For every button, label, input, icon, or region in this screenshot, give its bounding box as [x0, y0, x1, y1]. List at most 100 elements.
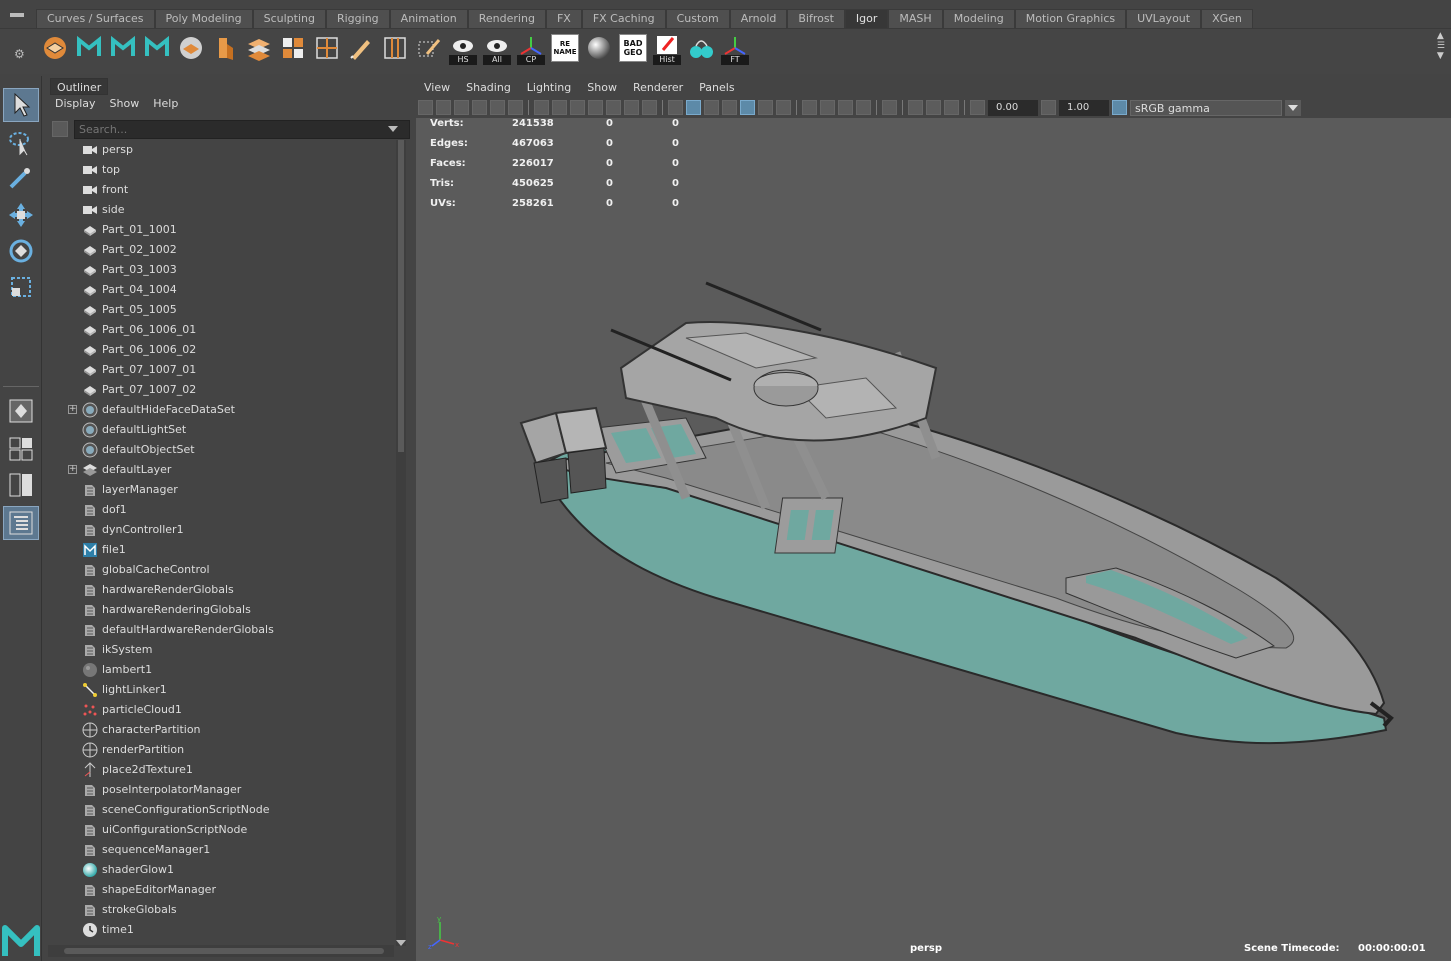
- move-tool-icon[interactable]: [3, 198, 39, 232]
- outliner-item[interactable]: Part_04_1004: [46, 280, 394, 300]
- rename-icon[interactable]: RE NAME: [550, 32, 580, 64]
- shelf-tab[interactable]: Motion Graphics: [1014, 9, 1127, 28]
- stacked-planes-icon[interactable]: [244, 32, 274, 64]
- isolate-select-icon[interactable]: [882, 100, 897, 115]
- safe-action-icon[interactable]: [624, 100, 639, 115]
- pencil-edit-icon[interactable]: [346, 32, 376, 64]
- viewport-3d[interactable]: Verts: 241538 0 0 Edges: 467063 0 0 Faces: 226017…: [416, 118, 1451, 961]
- grease-pencil-icon[interactable]: [490, 100, 505, 115]
- lighting-icon[interactable]: [758, 100, 773, 115]
- grid-blocks-icon[interactable]: [278, 32, 308, 64]
- safe-title-icon[interactable]: [642, 100, 657, 115]
- link-spheres-icon[interactable]: [686, 32, 716, 64]
- camera-select-icon[interactable]: [418, 100, 433, 115]
- depth-of-field-icon[interactable]: [856, 100, 871, 115]
- shelf-tab[interactable]: XGen: [1201, 9, 1253, 28]
- four-pane-layout-icon[interactable]: [3, 432, 39, 466]
- rotate-tool-icon[interactable]: [3, 234, 39, 268]
- outliner-item[interactable]: side: [46, 200, 394, 220]
- outliner-menu-item[interactable]: Display: [55, 97, 96, 110]
- gate-mask-icon[interactable]: [588, 100, 603, 115]
- viewport-menu-item[interactable]: Lighting: [527, 81, 571, 94]
- two-pane-layout-icon[interactable]: [3, 468, 39, 502]
- outliner-item[interactable]: renderPartition: [46, 740, 394, 760]
- split-columns-icon[interactable]: [380, 32, 410, 64]
- cube-orange-icon[interactable]: [210, 32, 240, 64]
- scrollbar-thumb[interactable]: [398, 140, 404, 452]
- gamma-icon[interactable]: [1041, 100, 1056, 115]
- wireframe-icon[interactable]: [668, 100, 683, 115]
- shelf-tab[interactable]: UVLayout: [1126, 9, 1202, 28]
- freeze-transforms-icon[interactable]: FT: [720, 32, 750, 65]
- delete-history-icon[interactable]: Hist: [652, 32, 682, 65]
- outliner-item[interactable]: + defaultLayer: [46, 460, 394, 480]
- shelf-tab[interactable]: FX Caching: [581, 9, 666, 28]
- outliner-item[interactable]: Part_07_1007_02: [46, 380, 394, 400]
- outliner-item[interactable]: front: [46, 180, 394, 200]
- outliner-item[interactable]: Part_01_1001: [46, 220, 394, 240]
- outliner-item[interactable]: file1: [46, 540, 394, 560]
- shelf-tab[interactable]: Bifrost: [787, 9, 845, 28]
- center-pivot-icon[interactable]: CP: [516, 32, 546, 65]
- textured-icon[interactable]: [722, 100, 737, 115]
- show-all-eye-icon[interactable]: All: [482, 32, 512, 65]
- select-tool-icon[interactable]: [3, 88, 39, 122]
- outliner-item[interactable]: dof1: [46, 500, 394, 520]
- viewport-menu-item[interactable]: View: [424, 81, 450, 94]
- maya-m-icon[interactable]: [74, 32, 104, 64]
- image-plane-icon[interactable]: [472, 100, 487, 115]
- outliner-item[interactable]: shapeEditorManager: [46, 880, 394, 900]
- maya-m-icon[interactable]: [142, 32, 172, 64]
- chevron-down-icon[interactable]: [388, 126, 398, 132]
- outliner-item[interactable]: defaultHardwareRenderGlobals: [46, 620, 394, 640]
- outliner-item[interactable]: lightLinker1: [46, 680, 394, 700]
- outliner-item[interactable]: uiConfigurationScriptNode: [46, 820, 394, 840]
- camera-attributes-icon[interactable]: [436, 100, 451, 115]
- hide-selected-eye-icon[interactable]: HS: [448, 32, 478, 65]
- lasso-tool-icon[interactable]: [3, 126, 39, 160]
- select-edit-icon[interactable]: [414, 32, 444, 64]
- shelf-tab[interactable]: FX: [545, 9, 582, 28]
- outliner-item[interactable]: place2dTexture1: [46, 760, 394, 780]
- outliner-item[interactable]: persp: [46, 140, 394, 160]
- grid-icon[interactable]: [534, 100, 549, 115]
- outliner-item[interactable]: Part_05_1005: [46, 300, 394, 320]
- color-management-icon[interactable]: [1112, 100, 1127, 115]
- scroll-down-arrow-icon[interactable]: [396, 940, 406, 946]
- wireframe-on-shaded-icon[interactable]: [740, 100, 755, 115]
- 2d-pan-zoom-icon[interactable]: [508, 100, 523, 115]
- outliner-item[interactable]: ikSystem: [46, 640, 394, 660]
- outliner-vertical-scrollbar[interactable]: [396, 140, 406, 946]
- scale-tool-icon[interactable]: [3, 270, 39, 304]
- gear-icon[interactable]: ⚙: [14, 47, 25, 61]
- single-pane-layout-icon[interactable]: [3, 394, 39, 428]
- xray-icon[interactable]: [908, 100, 923, 115]
- default-material-icon[interactable]: [704, 100, 719, 115]
- outliner-horizontal-scrollbar[interactable]: [48, 945, 394, 957]
- outliner-item[interactable]: sequenceManager1: [46, 840, 394, 860]
- bookmark-icon[interactable]: [454, 100, 469, 115]
- outliner-item[interactable]: Part_06_1006_01: [46, 320, 394, 340]
- outliner-item[interactable]: Part_03_1003: [46, 260, 394, 280]
- outliner-menu-item[interactable]: Help: [153, 97, 178, 110]
- shelf-tab[interactable]: Poly Modeling: [154, 9, 253, 28]
- outliner-item[interactable]: particleCloud1: [46, 700, 394, 720]
- outliner-item[interactable]: top: [46, 160, 394, 180]
- bad-geo-icon[interactable]: BAD GEO: [618, 32, 648, 64]
- motion-blur-icon[interactable]: [820, 100, 835, 115]
- expand-icon[interactable]: +: [68, 465, 77, 474]
- shelf-tab[interactable]: Modeling: [942, 9, 1015, 28]
- uv-grid-icon[interactable]: [312, 32, 342, 64]
- outliner-item[interactable]: shaderGlow1: [46, 860, 394, 880]
- view-transform-select[interactable]: sRGB gamma: [1130, 99, 1282, 116]
- shelf-scroll-arrows[interactable]: ▲ ☰ ▼: [1437, 31, 1445, 61]
- viewport-menu-item[interactable]: Show: [587, 81, 617, 94]
- expand-icon[interactable]: +: [68, 405, 77, 414]
- field-chart-icon[interactable]: [606, 100, 621, 115]
- chevron-down-icon[interactable]: [1285, 99, 1301, 116]
- film-gate-icon[interactable]: [552, 100, 567, 115]
- outliner-item[interactable]: characterPartition: [46, 720, 394, 740]
- outliner-item[interactable]: + defaultHideFaceDataSet: [46, 400, 394, 420]
- viewport-menu-item[interactable]: Renderer: [633, 81, 683, 94]
- outliner-item[interactable]: lambert1: [46, 660, 394, 680]
